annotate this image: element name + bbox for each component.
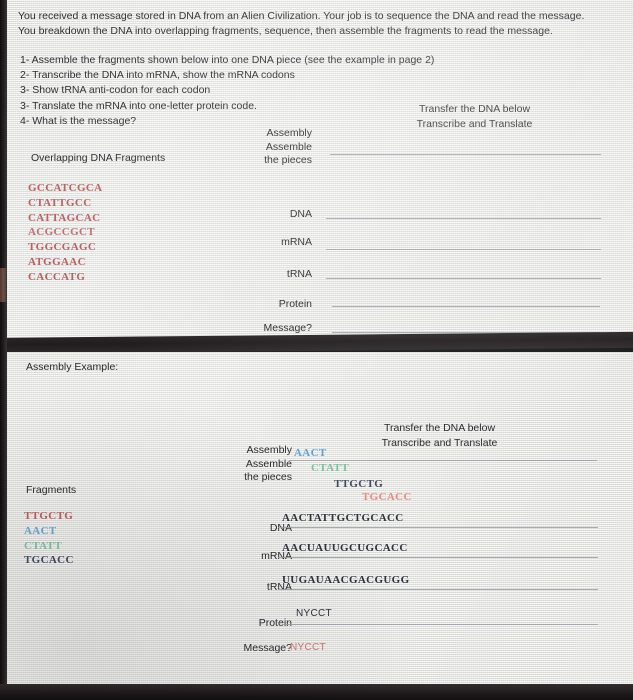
fragment-item: CTATT xyxy=(24,539,63,552)
intro-paragraph: You received a message stored in DNA fro… xyxy=(18,9,618,38)
answer-dna-example: AACTATTGCTGCACC xyxy=(282,512,404,524)
assembly-example-heading: Assembly Example: xyxy=(26,361,119,373)
label-trna-top: tRNA xyxy=(286,268,312,280)
device-left-edge xyxy=(0,0,7,700)
task-item-2: 2- Transcribe the DNA into mRNA, show th… xyxy=(20,69,295,82)
answer-protein-example: NYCCT xyxy=(296,608,332,619)
answer-rule-dna-example[interactable] xyxy=(278,527,598,528)
transfer-note-top: Transfer the DNA below Transcribe and Tr… xyxy=(387,102,562,131)
fragment-item: AACT xyxy=(24,524,57,537)
task-item-3: 3- Show tRNA anti-codon for each codon xyxy=(20,84,211,97)
assembly-label-line-1: Assembly xyxy=(246,444,292,456)
answer-line-mrna[interactable] xyxy=(326,249,601,250)
assembly-label-line-3: the pieces xyxy=(244,471,292,484)
answer-rule-trna-example[interactable] xyxy=(278,589,598,590)
fragment-item: TGCACC xyxy=(24,554,74,567)
assembly-stack-item-1: AACT xyxy=(294,447,327,459)
label-message-top: Message? xyxy=(263,322,312,334)
label-protein-top: Protein xyxy=(278,298,312,310)
transfer-note-line-1: Transfer the DNA below xyxy=(418,103,531,115)
device-bottom-edge xyxy=(0,684,633,700)
transfer-note-bottom: Transfer the DNA below Transcribe and Tr… xyxy=(352,421,527,450)
assembly-label-line-2: Assemble xyxy=(245,457,292,470)
answer-line-assembly-example[interactable] xyxy=(289,460,597,461)
assembly-stack-item-2: CTATT xyxy=(311,462,350,474)
assembly-stack-item-3: TTGCTG xyxy=(334,478,384,490)
answer-trna-example: UUGAUAACGACGUGG xyxy=(282,574,410,586)
example-fragments-heading: Fragments xyxy=(26,484,77,496)
worksheet-page-1: You received a message stored in DNA fro… xyxy=(4,0,633,341)
answer-line-protein[interactable] xyxy=(332,306,600,307)
answer-rule-protein-example[interactable] xyxy=(282,624,598,625)
transfer-note-line-2: Transcribe and Translate xyxy=(381,436,498,449)
fragment-item: GCCATCGCA xyxy=(28,182,103,194)
fragment-item: CTATTGCC xyxy=(28,196,92,209)
fragment-item: ACGCCGCT xyxy=(28,226,95,239)
answer-line-dna[interactable] xyxy=(326,218,601,219)
answer-line-assembly[interactable] xyxy=(330,154,601,155)
overlapping-fragments-heading: Overlapping DNA Fragments xyxy=(31,152,166,164)
assembly-label-line-2: Assemble xyxy=(265,140,312,153)
fragment-item: ATGGAAC xyxy=(28,255,86,268)
worksheet-page-2: Assembly Example: Transfer the DNA below… xyxy=(6,352,633,684)
label-protein-example: Protein xyxy=(258,617,292,629)
assembly-label-top: Assembly Assemble the pieces xyxy=(237,127,312,168)
answer-mrna-example: AACUAUUGCUGCACC xyxy=(282,542,408,554)
example-fragment-list: TTGCTG AACT CTATT TGCACC xyxy=(24,509,74,568)
fragment-item: CATTAGCAC xyxy=(28,211,101,224)
assembly-label-line-1: Assembly xyxy=(266,127,312,139)
problem-fragment-list: GCCATCGCA CTATTGCC CATTAGCAC ACGCCGCT TG… xyxy=(28,181,102,285)
fragment-item: TTGCTG xyxy=(24,510,74,522)
assembly-label-line-3: the pieces xyxy=(264,154,312,167)
assembly-stack-item-4: TGCACC xyxy=(362,491,412,503)
intro-line-2: You breakdown the DNA into overlapping f… xyxy=(18,24,553,37)
answer-message-example: NYCCT xyxy=(290,642,326,653)
device-left-edge-glint xyxy=(0,268,7,302)
label-mrna-top: mRNA xyxy=(281,236,312,248)
label-dna-top: DNA xyxy=(289,208,312,220)
answer-rule-mrna-example[interactable] xyxy=(278,557,598,558)
photographed-screen: You received a message stored in DNA fro… xyxy=(0,0,633,700)
assembly-label-bottom: Assembly Assemble the pieces xyxy=(217,444,292,485)
task-item-1: 1- Assemble the fragments shown below in… xyxy=(20,54,435,66)
fragment-item: CACCATG xyxy=(28,270,86,283)
label-message-example: Message? xyxy=(243,642,292,654)
answer-line-trna[interactable] xyxy=(326,278,601,279)
transfer-note-line-2: Transcribe and Translate xyxy=(416,117,533,130)
intro-line-1: You received a message stored in DNA fro… xyxy=(18,10,585,22)
fragment-item: TGGCGAGC xyxy=(28,241,97,254)
transfer-note-line-1: Transfer the DNA below xyxy=(383,422,496,434)
